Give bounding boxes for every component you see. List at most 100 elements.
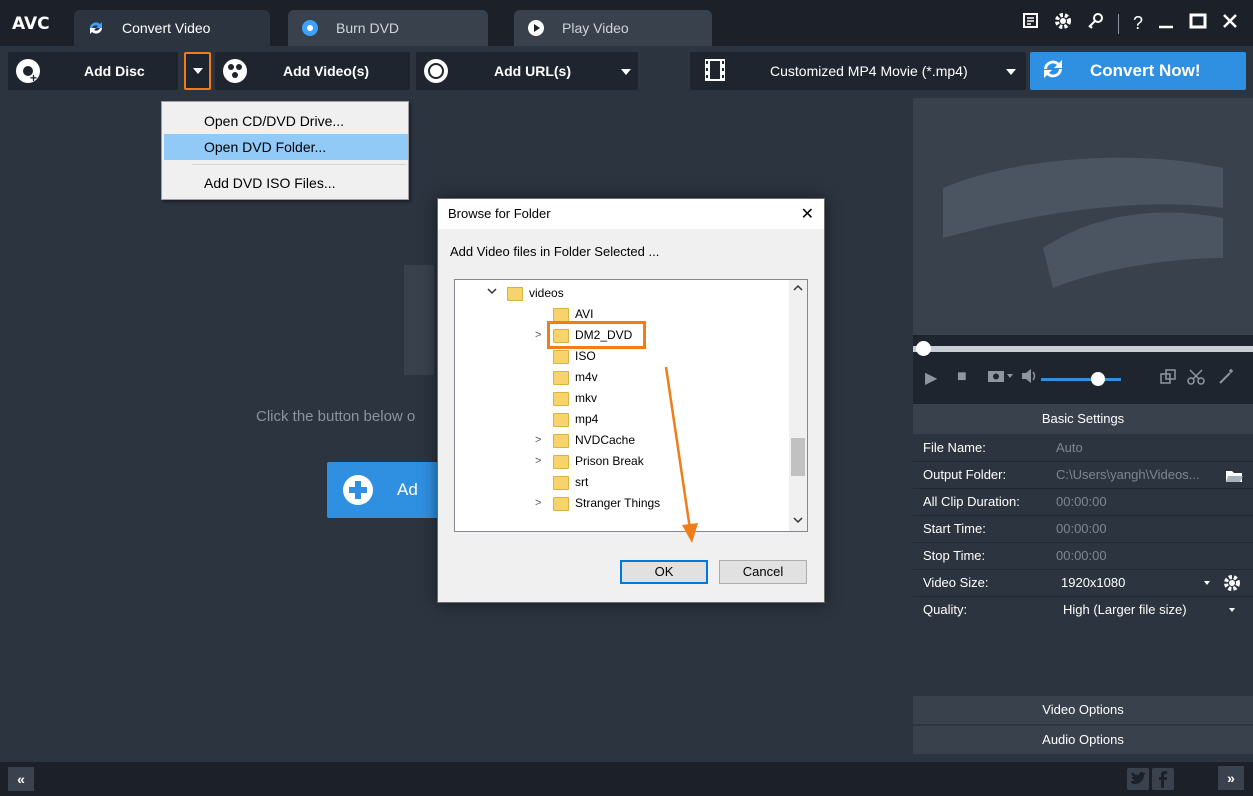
window-controls: ? xyxy=(1022,12,1239,35)
close-icon[interactable]: ✕ xyxy=(801,204,814,224)
effects-icon[interactable] xyxy=(1217,368,1235,391)
tab-label: Burn DVD xyxy=(336,20,400,36)
facebook-icon[interactable] xyxy=(1152,768,1174,790)
setting-label: File Name: xyxy=(923,440,986,455)
setting-value[interactable]: 1920x1080 xyxy=(1061,571,1125,595)
menu-item-open-cd-dvd-drive[interactable]: Open CD/DVD Drive... xyxy=(164,108,408,134)
video-options-button[interactable]: Video Options xyxy=(913,696,1253,724)
folder-icon xyxy=(553,454,569,469)
tree-item[interactable]: videos xyxy=(487,283,564,304)
chevron-right-icon[interactable]: > xyxy=(535,493,541,514)
setting-value[interactable]: 00:00:00 xyxy=(1056,517,1107,541)
add-videos-label: Add Video(s) xyxy=(283,63,370,79)
divider xyxy=(913,515,1253,516)
tree-item[interactable]: mp4 xyxy=(553,409,598,430)
stop-icon[interactable]: ■ xyxy=(957,368,967,386)
folder-icon xyxy=(553,307,569,322)
tree-item[interactable]: srt xyxy=(553,472,588,493)
profile-label: Customized MP4 Movie (*.mp4) xyxy=(770,63,968,79)
add-video-big-button[interactable]: Ad xyxy=(327,462,439,518)
profile-select[interactable]: Customized MP4 Movie (*.mp4) xyxy=(690,52,1026,90)
tree-item[interactable]: > Prison Break xyxy=(535,451,644,472)
tab-label: Convert Video xyxy=(122,20,211,36)
setting-label: Quality: xyxy=(923,602,968,617)
menu-item-add-dvd-iso-files[interactable]: Add DVD ISO Files... xyxy=(164,170,408,196)
volume-icon[interactable] xyxy=(1021,368,1039,389)
volume-handle[interactable] xyxy=(1091,372,1105,386)
tab-play-video[interactable]: Play Video xyxy=(514,10,712,46)
divider xyxy=(913,488,1253,489)
scroll-up-icon[interactable] xyxy=(793,284,803,295)
setting-value[interactable]: High (Larger file size) xyxy=(1063,598,1187,622)
twitter-icon[interactable] xyxy=(1127,768,1149,790)
chevron-right-icon[interactable]: > xyxy=(535,430,541,451)
folder-icon xyxy=(553,412,569,427)
seek-handle[interactable] xyxy=(916,341,931,356)
feedback-icon[interactable] xyxy=(1022,12,1040,35)
film-strip-placeholder xyxy=(404,265,434,375)
setting-row-quality[interactable]: Quality: High (Larger file size) xyxy=(913,598,1253,622)
cancel-button[interactable]: Cancel xyxy=(719,560,807,584)
folder-tree[interactable]: videos AVI > DM2_DVD ISO m4v mkv mp4 > N… xyxy=(454,279,808,532)
tree-item-label: mkv xyxy=(575,391,597,405)
chevron-right-icon[interactable]: > xyxy=(535,325,541,346)
chevron-down-icon[interactable] xyxy=(1204,581,1210,585)
setting-value[interactable]: 00:00:00 xyxy=(1056,544,1107,568)
divider xyxy=(913,596,1253,597)
audio-options-button[interactable]: Audio Options xyxy=(913,726,1253,754)
video-preview xyxy=(913,98,1253,335)
chevron-down-icon[interactable] xyxy=(487,283,497,304)
gear-icon[interactable] xyxy=(1054,12,1072,35)
setting-row-video-size[interactable]: Video Size: 1920x1080 xyxy=(913,571,1253,595)
setting-label: Video Size: xyxy=(923,575,989,590)
setting-value: 00:00:00 xyxy=(1056,494,1107,509)
setting-label: All Clip Duration: xyxy=(923,494,1020,509)
tree-item-label: videos xyxy=(529,286,564,300)
tree-item[interactable]: m4v xyxy=(553,367,598,388)
key-icon[interactable] xyxy=(1086,12,1104,35)
collapse-button[interactable]: « xyxy=(8,767,34,791)
scroll-down-icon[interactable] xyxy=(793,512,803,527)
add-disc-button[interactable]: + Add Disc xyxy=(8,52,178,90)
menu-item-open-dvd-folder[interactable]: Open DVD Folder... xyxy=(164,134,408,160)
add-disc-menu: Open CD/DVD Drive... Open DVD Folder... … xyxy=(161,101,409,200)
setting-row-output-folder[interactable]: Output Folder: C:\Users\yangh\Videos... xyxy=(913,463,1253,487)
setting-value[interactable]: Auto xyxy=(1056,436,1083,460)
setting-row-start-time[interactable]: Start Time: 00:00:00 xyxy=(913,517,1253,541)
maximize-icon[interactable] xyxy=(1189,12,1207,35)
chevron-down-icon[interactable] xyxy=(1229,608,1235,612)
tree-scrollbar[interactable] xyxy=(789,280,807,531)
tree-item-label: mp4 xyxy=(575,412,599,426)
film-reel-icon xyxy=(943,157,1223,288)
tree-item[interactable]: > Stranger Things xyxy=(535,493,660,514)
minimize-icon[interactable] xyxy=(1157,12,1175,35)
help-button[interactable]: ? xyxy=(1133,13,1143,34)
tree-item[interactable]: > NVDCache xyxy=(535,430,636,451)
add-disc-dropdown-button[interactable] xyxy=(184,52,211,90)
setting-row-file-name[interactable]: File Name: Auto xyxy=(913,436,1253,460)
expand-button[interactable]: » xyxy=(1218,766,1244,790)
tree-item-label: NVDCache xyxy=(575,433,636,447)
basic-settings-title: Basic Settings xyxy=(913,404,1253,434)
play-icon[interactable]: ▶ xyxy=(925,368,937,388)
convert-now-button[interactable]: Convert Now! xyxy=(1030,52,1246,90)
crop-icon[interactable] xyxy=(1159,368,1177,391)
setting-value[interactable]: C:\Users\yangh\Videos... xyxy=(1056,463,1200,487)
add-urls-button[interactable]: Add URL(s) xyxy=(416,52,638,90)
setting-row-stop-time[interactable]: Stop Time: 00:00:00 xyxy=(913,544,1253,568)
scissors-icon[interactable] xyxy=(1187,368,1205,391)
chevron-right-icon[interactable]: > xyxy=(535,451,541,472)
play-icon xyxy=(528,20,544,36)
add-urls-label: Add URL(s) xyxy=(494,63,571,79)
add-videos-button[interactable]: Add Video(s) xyxy=(215,52,410,90)
close-icon[interactable] xyxy=(1221,12,1239,35)
seek-bar[interactable] xyxy=(913,346,1253,352)
ok-button[interactable]: OK xyxy=(620,560,708,584)
tree-item[interactable]: ISO xyxy=(553,346,596,367)
tab-convert-video[interactable]: Convert Video xyxy=(74,10,270,46)
snapshot-icon[interactable] xyxy=(987,368,1017,389)
scrollbar-thumb[interactable] xyxy=(791,438,805,476)
tree-item[interactable]: mkv xyxy=(553,388,597,409)
tab-burn-dvd[interactable]: Burn DVD xyxy=(288,10,488,46)
volume-slider[interactable] xyxy=(1041,378,1121,381)
